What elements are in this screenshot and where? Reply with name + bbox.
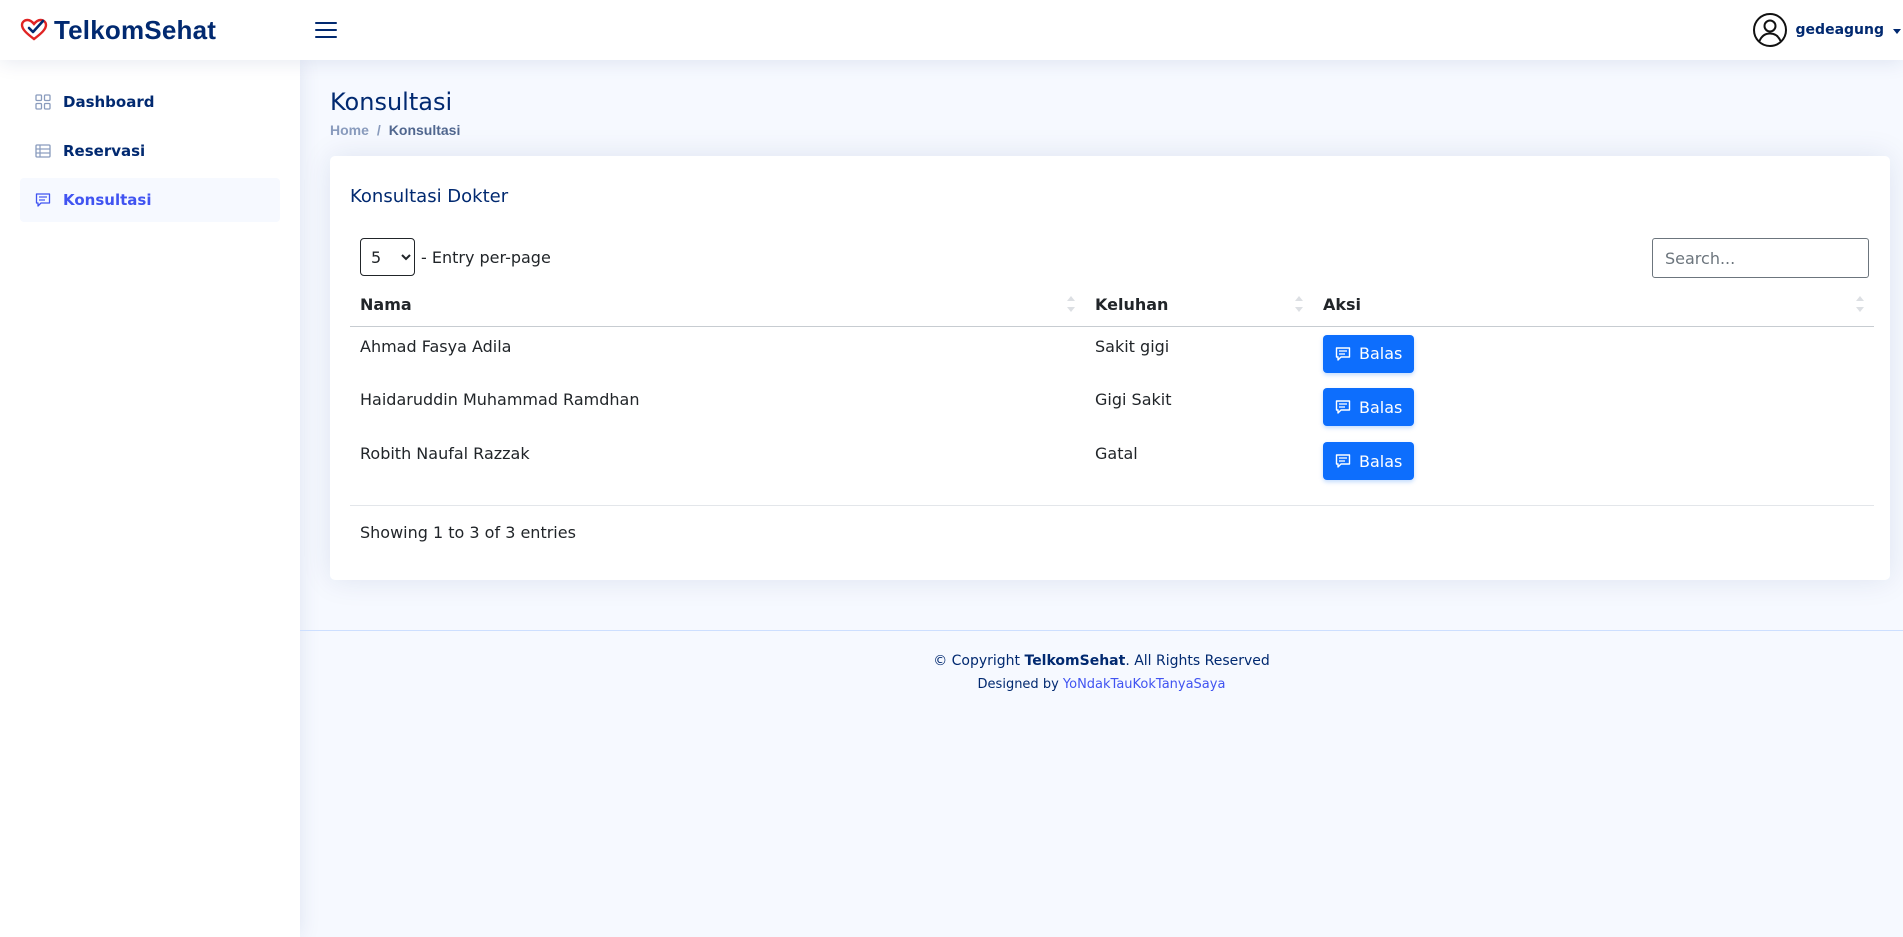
sidebar-item-reservasi[interactable]: Reservasi <box>20 129 280 173</box>
chat-icon <box>1335 346 1351 361</box>
cell-aksi: Balas <box>1313 326 1874 380</box>
breadcrumb-home-link[interactable]: Home <box>330 122 369 138</box>
column-header-keluhan[interactable]: Keluhan <box>1085 284 1313 327</box>
table-row: Robith Naufal Razzak Gatal Balas <box>350 434 1874 488</box>
user-circle-icon <box>1752 13 1787 47</box>
cell-aksi: Balas <box>1313 434 1874 488</box>
sort-icon <box>1295 296 1303 314</box>
breadcrumb-current: Konsultasi <box>388 122 461 138</box>
sort-icon <box>1067 296 1075 314</box>
reply-button[interactable]: Balas <box>1323 442 1415 480</box>
list-icon <box>35 144 51 158</box>
cell-nama: Ahmad Fasya Adila <box>360 336 512 356</box>
cell-nama: Haidaruddin Muhammad Ramdhan <box>360 390 640 409</box>
cell-keluhan: Gatal <box>1095 444 1138 463</box>
sort-icon <box>1856 296 1864 314</box>
page-title: Konsultasi <box>330 88 453 116</box>
cell-nama: Robith Naufal Razzak <box>360 444 530 463</box>
reply-button-label: Balas <box>1359 451 1403 471</box>
user-menu[interactable]: gedeagung <box>1752 11 1903 49</box>
copyright-suffix: . All Rights Reserved <box>1125 653 1270 669</box>
consultation-table: Nama Keluhan Aksi Ahmad Fasya Adila Saki… <box>350 284 1874 488</box>
reply-button[interactable]: Balas <box>1323 334 1415 373</box>
per-page-select[interactable]: 5 <box>360 238 415 276</box>
chat-icon <box>35 193 51 207</box>
brand-name: TelkomSehat <box>54 14 217 45</box>
sidebar-toggle-button[interactable] <box>312 17 340 43</box>
cell-keluhan: Gigi Sakit <box>1095 390 1172 409</box>
cell-aksi: Balas <box>1313 380 1874 434</box>
credits: Designed by YoNdakTauKokTanyaSaya <box>300 677 1903 692</box>
designer-link[interactable]: YoNdakTauKokTanyaSaya <box>1063 677 1226 692</box>
sidebar-item-label: Konsultasi <box>63 191 152 209</box>
table-row: Ahmad Fasya Adila Sakit gigi Balas <box>350 326 1874 380</box>
hamburger-icon <box>315 22 337 38</box>
reply-button-label: Balas <box>1359 397 1403 417</box>
column-header-label: Aksi <box>1323 295 1362 315</box>
credits-label: Designed by <box>977 677 1063 692</box>
grid-icon <box>35 94 51 110</box>
column-header-label: Keluhan <box>1095 295 1169 315</box>
consultation-card: Konsultasi Dokter 5 - Entry per-page Nam… <box>330 156 1890 580</box>
chevron-down-icon <box>1893 28 1901 34</box>
reply-button-label: Balas <box>1359 344 1403 363</box>
page-title-block: Konsultasi Home / Konsultasi <box>330 88 460 138</box>
sidebar-item-label: Dashboard <box>63 93 155 111</box>
top-header: TelkomSehat gedeagung <box>0 0 1903 60</box>
heart-check-icon <box>20 18 48 41</box>
search-input[interactable] <box>1652 238 1869 278</box>
copyright-brand: TelkomSehat <box>1024 653 1126 669</box>
brand-logo[interactable]: TelkomSehat <box>20 14 216 46</box>
sidebar-item-konsultasi[interactable]: Konsultasi <box>20 178 280 222</box>
reply-button[interactable]: Balas <box>1323 388 1415 426</box>
column-header-nama[interactable]: Nama <box>350 284 1085 327</box>
breadcrumb: Home / Konsultasi <box>330 122 460 138</box>
table-footer-divider <box>350 505 1874 506</box>
column-header-aksi[interactable]: Aksi <box>1313 284 1874 327</box>
sidebar-item-label: Reservasi <box>63 142 146 160</box>
chat-icon <box>1335 400 1351 414</box>
chat-icon <box>1335 454 1351 468</box>
cell-keluhan: Sakit gigi <box>1095 336 1170 356</box>
table-header-row: Nama Keluhan Aksi <box>350 284 1874 327</box>
pagination-info: Showing 1 to 3 of 3 entries <box>360 523 576 542</box>
card-title: Konsultasi Dokter <box>350 186 509 207</box>
table-row: Haidaruddin Muhammad Ramdhan Gigi Sakit … <box>350 380 1874 434</box>
page-footer: © Copyright TelkomSehat. All Rights Rese… <box>300 630 1903 937</box>
main-content: Konsultasi Home / Konsultasi Konsultasi … <box>300 60 1903 937</box>
sidebar: Dashboard Reservasi Konsultasi <box>0 60 300 937</box>
breadcrumb-separator: / <box>376 122 381 138</box>
sidebar-item-dashboard[interactable]: Dashboard <box>20 80 280 124</box>
user-name: gedeagung <box>1795 22 1884 38</box>
per-page-label: - Entry per-page <box>421 247 551 267</box>
copyright-prefix: © Copyright <box>933 653 1025 669</box>
column-header-label: Nama <box>360 295 412 315</box>
entries-per-page: 5 - Entry per-page <box>360 238 551 276</box>
copyright-text: © Copyright TelkomSehat. All Rights Rese… <box>300 653 1903 669</box>
